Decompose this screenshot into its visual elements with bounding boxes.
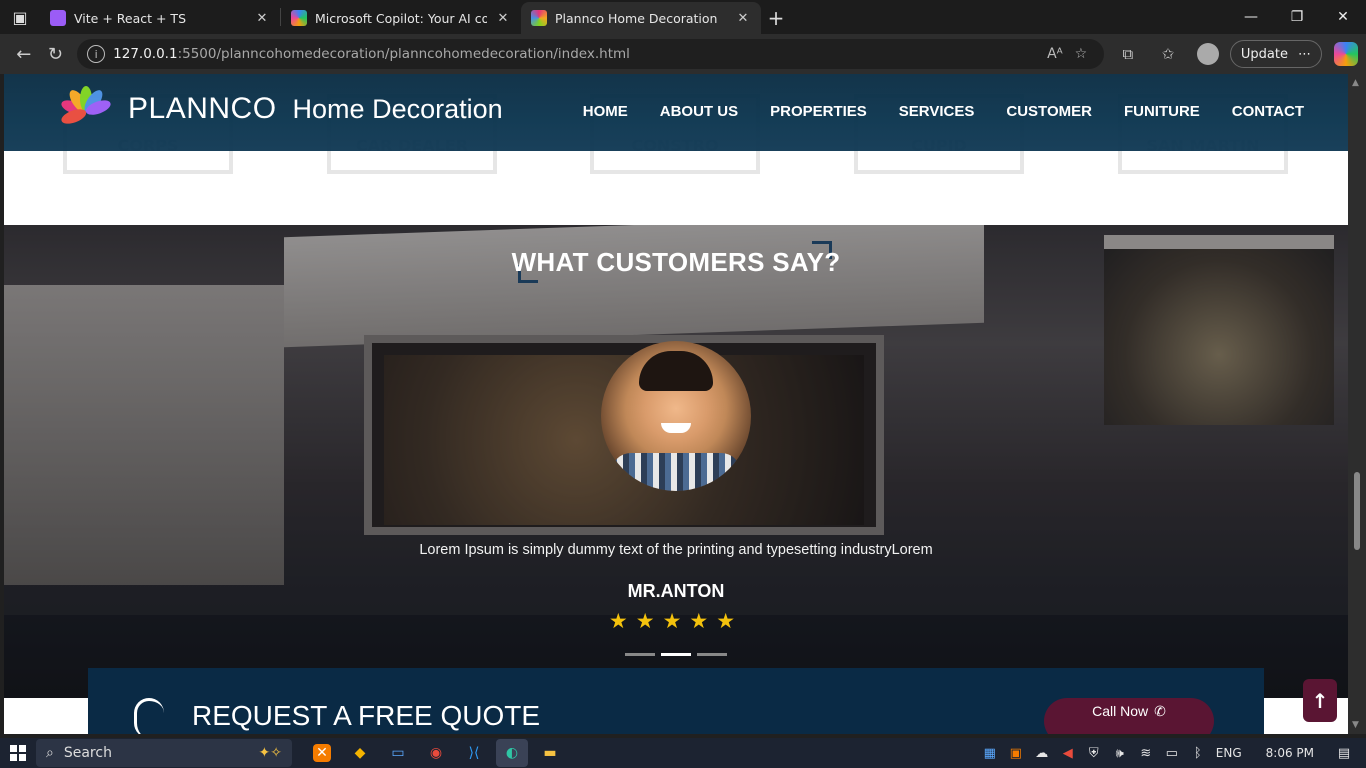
favorites-icon[interactable]: ✩ [1150, 39, 1186, 69]
new-tab-button[interactable]: + [761, 2, 791, 34]
tab-title: Microsoft Copilot: Your AI compa [315, 10, 487, 26]
language-indicator[interactable]: ENG [1216, 746, 1242, 760]
onedrive-icon[interactable]: ☁ [1034, 746, 1050, 761]
restore-button[interactable]: ❐ [1274, 0, 1320, 34]
copilot-favicon-icon [291, 10, 307, 26]
brand-subtitle: Home Decoration [292, 93, 503, 124]
search-placeholder: Search [63, 745, 112, 761]
update-button[interactable]: Update ⋯ [1229, 40, 1322, 68]
tray-app-icon[interactable]: ▦ [982, 746, 998, 761]
testimonial-quote: Lorem Ipsum is simply dummy text of the … [419, 542, 933, 558]
close-tab-icon[interactable]: ✕ [254, 11, 270, 26]
battery-icon[interactable]: ▭ [1164, 746, 1180, 761]
brand-logo[interactable]: PLANNCO Home Decoration [52, 82, 503, 136]
tab-vite[interactable]: Vite + React + TS ✕ [40, 2, 280, 34]
favorite-star-icon[interactable]: ☆ [1068, 46, 1094, 62]
customer-name: MR.ANTON [627, 581, 725, 601]
nav-services[interactable]: SERVICES [899, 103, 975, 120]
carousel-indicators [625, 653, 727, 656]
flower-logo-icon [52, 82, 118, 136]
clock[interactable]: 8:06 PM [1266, 746, 1314, 760]
monitor-app-icon[interactable]: ▭ [382, 739, 414, 767]
copilot-icon[interactable] [1333, 42, 1358, 66]
phone-icon [134, 698, 164, 734]
taskbar: ⌕ Search ✦✧ ✕ ◆ ▭ ◉ ⟩⟨ ◐ ▬ ▦ ▣ ☁ ◀ ⛨ 🕪 ≋… [0, 738, 1366, 768]
close-window-button[interactable]: ✕ [1320, 0, 1366, 34]
address-bar[interactable]: i 127.0.0.1 :5500/plannсohomedecoration/… [77, 39, 1104, 69]
url-path: :5500/plannсohomedecoration/plannсohomed… [177, 46, 630, 62]
main-nav: HOME ABOUT US PROPERTIES SERVICES CUSTOM… [583, 103, 1304, 120]
volume-icon[interactable]: 🕪 [1112, 746, 1128, 761]
info-icon[interactable]: i [87, 45, 106, 63]
profile-icon[interactable] [1190, 39, 1226, 69]
call-now-button[interactable]: Call Now ✆ [1044, 698, 1214, 734]
carousel-dot-active[interactable] [661, 653, 691, 656]
chrome-icon[interactable]: ◉ [420, 739, 452, 767]
scrollbar-thumb[interactable] [1354, 472, 1360, 550]
nav-customer[interactable]: CUSTOMER [1006, 103, 1092, 120]
close-tab-icon[interactable]: ✕ [735, 11, 751, 26]
system-tray: ▦ ▣ ☁ ◀ ⛨ 🕪 ≋ ▭ ᛒ ENG 8:06 PM ▤ [982, 738, 1366, 768]
request-quote-title: REQUEST A FREE QUOTE [192, 700, 541, 731]
more-icon[interactable]: ⋯ [1298, 47, 1311, 62]
customer-avatar [601, 341, 751, 491]
page-scrollbar[interactable]: ▲ ▼ [1348, 74, 1366, 734]
testimonial-section: WHAT CUSTOMERS SAY? Lorem Ipsum is simpl… [4, 225, 1348, 698]
plannco-favicon-icon [531, 10, 547, 26]
tab-actions-icon[interactable]: ▣ [0, 0, 40, 34]
nav-about-us[interactable]: ABOUT US [660, 103, 738, 120]
nav-home[interactable]: HOME [583, 103, 628, 120]
security-shield-icon[interactable]: ⛨ [1086, 746, 1102, 761]
reload-icon[interactable]: ↻ [40, 38, 72, 70]
minimize-button[interactable]: — [1228, 0, 1274, 34]
brand-name: PLANNCO [128, 92, 277, 125]
tab-title: Vite + React + TS [74, 10, 186, 26]
browser-tab-bar: ▣ Vite + React + TS ✕ Microsoft Copilot:… [0, 0, 1366, 34]
extensions-icon[interactable]: ⧉ [1110, 39, 1146, 69]
xampp-icon[interactable]: ✕ [313, 744, 331, 762]
arrow-up-icon[interactable]: ↑ [1303, 679, 1337, 722]
taskbar-search[interactable]: ⌕ Search ✦✧ [36, 739, 292, 767]
tab-title: Plannco Home Decoration [555, 10, 718, 26]
close-tab-icon[interactable]: ✕ [495, 11, 511, 26]
notifications-icon[interactable]: ▤ [1336, 746, 1352, 761]
back-icon[interactable]: ← [8, 38, 40, 70]
site-header: PLANNCO Home Decoration HOME ABOUT US PR… [4, 74, 1348, 151]
scroll-up-icon[interactable]: ▲ [1352, 78, 1359, 88]
address-row: ← ↻ i 127.0.0.1 :5500/plannсohomedecorat… [0, 34, 1366, 74]
nav-funiture[interactable]: FUNITURE [1124, 103, 1200, 120]
edge-icon[interactable]: ◐ [496, 739, 528, 767]
windows-start-icon[interactable] [0, 738, 36, 768]
tab-copilot[interactable]: Microsoft Copilot: Your AI compa ✕ [281, 2, 521, 34]
vite-favicon-icon [50, 10, 66, 26]
bluetooth-icon[interactable]: ᛒ [1190, 746, 1206, 761]
url-host: 127.0.0.1 [113, 46, 178, 62]
carousel-dot[interactable] [697, 653, 727, 656]
read-aloud-icon[interactable]: Aᴬ [1042, 46, 1068, 62]
call-now-label: Call Now [1092, 703, 1149, 719]
tray-red-icon[interactable]: ◀ [1060, 746, 1076, 761]
wifi-icon[interactable]: ≋ [1138, 746, 1154, 761]
search-icon: ⌕ [46, 745, 54, 761]
request-quote-banner: REQUEST A FREE QUOTE Call Now ✆ [88, 668, 1264, 734]
nav-contact[interactable]: CONTACT [1232, 103, 1304, 120]
rating-stars-icon: ★★★★★ [608, 609, 744, 633]
page-viewport: CORPS CAR DEALER CONSTRO CUPID SAN MARTI… [4, 74, 1348, 734]
section-title: WHAT CUSTOMERS SAY? [511, 247, 841, 277]
nav-properties[interactable]: PROPERTIES [770, 103, 867, 120]
update-label: Update [1240, 46, 1288, 62]
scroll-down-icon[interactable]: ▼ [1352, 720, 1359, 730]
phone-icon: ✆ [1154, 702, 1166, 719]
sparkle-icon: ✦✧ [258, 745, 282, 761]
carousel-dot[interactable] [625, 653, 655, 656]
xampp-tray-icon[interactable]: ▣ [1008, 746, 1024, 761]
file-app-icon[interactable]: ◆ [344, 739, 376, 767]
vscode-icon[interactable]: ⟩⟨ [458, 739, 490, 767]
file-explorer-icon[interactable]: ▬ [534, 739, 566, 767]
tab-plannco[interactable]: Plannco Home Decoration ✕ [521, 2, 761, 34]
